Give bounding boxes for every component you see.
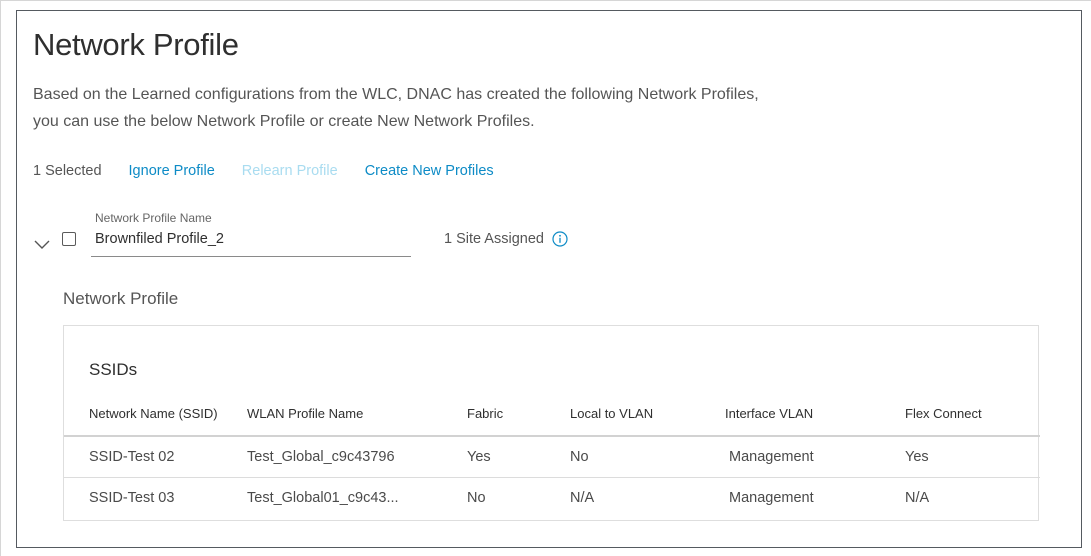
ssid-cell: SSID-Test 02 (64, 436, 247, 478)
interface-vlan-cell: Management (725, 436, 905, 478)
network-profile-name-field[interactable]: Network Profile Name Brownfiled Profile_… (91, 209, 411, 257)
network-profile-name-value: Brownfiled Profile_2 (95, 231, 224, 247)
ignore-profile-link[interactable]: Ignore Profile (129, 163, 215, 179)
wlan-profile-cell: Test_Global_c9c43796 (247, 436, 467, 478)
action-bar: 1 Selected Ignore Profile Relearn Profil… (33, 163, 521, 179)
local-to-vlan-cell: N/A (570, 489, 595, 506)
create-new-profiles-link[interactable]: Create New Profiles (365, 163, 494, 179)
column-header: Interface VLAN (725, 392, 905, 437)
table-row[interactable]: SSID-Test 02 Test_Global_c9c43796 Yes No… (64, 436, 1040, 478)
table-header-row: Network Name (SSID) WLAN Profile Name Fa… (64, 392, 1040, 437)
description-line-1: Based on the Learned configurations from… (33, 86, 759, 103)
local-to-vlan-cell: No (570, 436, 725, 478)
flex-connect-cell: N/A (905, 489, 930, 506)
fabric-cell: Yes (467, 436, 570, 478)
field-label: Network Profile Name (95, 211, 212, 225)
column-header: Network Name (SSID) (64, 392, 247, 437)
interface-vlan-cell: Management (729, 489, 814, 506)
selected-count: 1 Selected (33, 163, 102, 179)
site-assigned-label: 1 Site Assigned (444, 231, 544, 247)
chevron-down-icon[interactable] (33, 238, 51, 250)
wlan-profile-cell: Test_Global01_c9c43... (247, 489, 399, 506)
page-description: Based on the Learned configurations from… (33, 81, 1033, 135)
column-header: Fabric (467, 392, 570, 437)
page-title: Network Profile (33, 27, 239, 62)
network-profile-section-title: Network Profile (63, 289, 179, 308)
ssids-title: SSIDs (89, 360, 138, 379)
column-header: Flex Connect (905, 392, 1040, 437)
site-assigned: 1 Site Assigned (444, 231, 568, 247)
relearn-profile-link[interactable]: Relearn Profile (242, 163, 338, 179)
profile-checkbox[interactable] (62, 232, 76, 246)
description-line-2: you can use the below Network Profile or… (33, 113, 535, 130)
flex-connect-cell: Yes (905, 436, 1040, 478)
ssids-card: SSIDs Network Name (SSID) WLAN Profile N… (63, 325, 1040, 521)
network-profile-panel: Network Profile Based on the Learned con… (16, 10, 1082, 548)
ssid-cell: SSID-Test 03 (89, 489, 175, 506)
column-header: Local to VLAN (570, 392, 725, 437)
fabric-cell: No (467, 489, 486, 506)
info-icon[interactable] (552, 231, 568, 247)
table-row[interactable]: SSID-Test 03 Test_Global01_c9c43... No N… (64, 477, 1040, 518)
ssids-table: Network Name (SSID) WLAN Profile Name Fa… (64, 392, 1040, 518)
column-header: WLAN Profile Name (247, 392, 467, 437)
profile-row: Network Profile Name Brownfiled Profile_… (33, 209, 733, 259)
